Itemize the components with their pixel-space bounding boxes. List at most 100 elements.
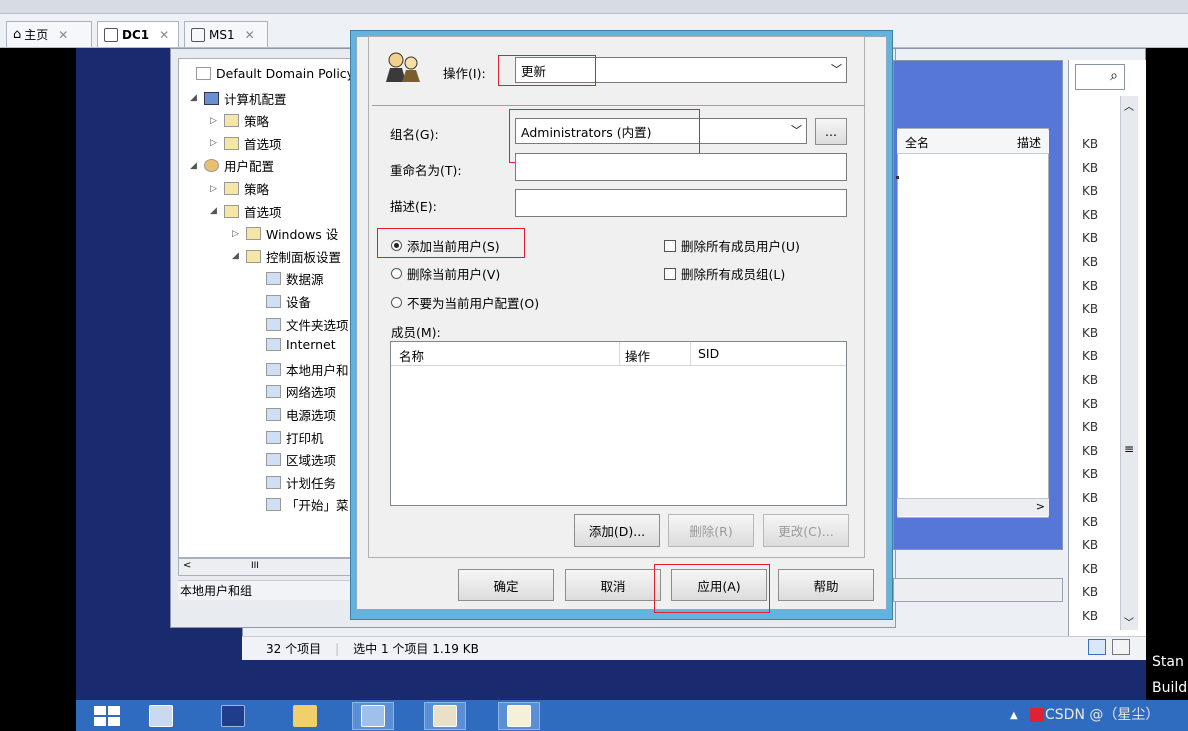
col-fullname[interactable]: 全名 xyxy=(905,134,929,151)
radio-do-not-configure[interactable]: 不要为当前用户配置(O) xyxy=(391,293,539,312)
tree-node-icon xyxy=(246,227,261,241)
expand-arrow-icon[interactable]: ◢ xyxy=(210,206,224,216)
tree-item[interactable]: 「开始」菜 xyxy=(252,495,349,514)
home-icon: ⌂ xyxy=(13,27,22,42)
tab-ms1[interactable]: MS1 ✕ xyxy=(184,21,268,47)
radio-icon xyxy=(391,297,402,308)
col-divider[interactable] xyxy=(690,342,691,365)
chevron-down-icon[interactable]: ﹀ xyxy=(791,122,802,138)
col-description[interactable]: 描述 xyxy=(1017,134,1041,151)
tree-item-label: 区域选项 xyxy=(286,453,337,469)
thumbnail-view-icon[interactable] xyxy=(1112,639,1130,655)
tree-item[interactable]: 打印机 xyxy=(252,428,324,447)
cancel-button[interactable]: 取消 xyxy=(565,569,661,601)
tree-item[interactable]: 设备 xyxy=(252,292,311,311)
scroll-down-icon[interactable]: ﹀ xyxy=(1124,614,1134,629)
checkbox-icon xyxy=(664,239,676,252)
close-icon[interactable]: ✕ xyxy=(159,28,169,42)
gpmc-taskbar-button[interactable] xyxy=(352,702,394,730)
tree-item[interactable]: ◢ 用户配置 xyxy=(190,156,274,175)
tree-item[interactable]: 电源选项 xyxy=(252,405,336,424)
selection-info: 选中 1 个项目 1.19 KB xyxy=(353,642,479,656)
scroll-up-icon[interactable]: ︿ xyxy=(1124,98,1134,113)
tree-item-label: 首选项 xyxy=(244,204,282,220)
tree-item[interactable]: ▷ Windows 设 xyxy=(232,224,338,243)
expand-arrow-icon[interactable]: ▷ xyxy=(210,138,224,148)
expand-arrow-icon[interactable]: ◢ xyxy=(190,93,204,103)
expand-arrow-icon[interactable]: ▷ xyxy=(232,229,246,239)
tree-status-text: 本地用户和组 xyxy=(178,580,354,600)
tree-item[interactable]: ▷ 首选项 xyxy=(210,134,282,153)
file-size-cell: KB xyxy=(1082,184,1099,199)
col-divider[interactable] xyxy=(619,342,620,365)
tree-item-label: 首选项 xyxy=(244,136,282,152)
vm-letterbox-left xyxy=(0,48,76,731)
start-button[interactable] xyxy=(86,702,128,730)
tray-expand-icon[interactable]: ▲ xyxy=(1010,710,1018,721)
description-field[interactable] xyxy=(515,189,847,217)
tree-item[interactable]: Default Domain Policy xyxy=(182,66,354,81)
chevron-down-icon[interactable]: ﹀ xyxy=(831,61,842,77)
tree-item-label: 数据源 xyxy=(286,272,324,288)
gpe-taskbar-button[interactable] xyxy=(424,702,466,730)
network-tray-icon[interactable] xyxy=(1030,708,1044,722)
tree-item[interactable]: ▷ 策略 xyxy=(210,179,269,198)
scroll-left-icon[interactable]: < xyxy=(183,560,191,571)
tree-item-label: 控制面板设置 xyxy=(266,249,342,265)
tree-node-icon xyxy=(266,272,281,286)
highlight-add-user xyxy=(377,228,525,258)
tree-item[interactable]: 网络选项 xyxy=(252,382,336,401)
change-member-button[interactable]: 更改(C)... xyxy=(763,514,849,547)
tree-item[interactable]: 数据源 xyxy=(252,269,324,288)
notepad-taskbar-button[interactable] xyxy=(498,702,540,730)
expand-arrow-icon[interactable]: ◢ xyxy=(232,251,246,261)
tree-item-label: 「开始」菜 xyxy=(286,498,349,514)
col-name[interactable]: 名称 xyxy=(399,346,424,365)
tree-node-icon xyxy=(266,498,281,512)
powershell-icon xyxy=(221,705,245,727)
add-member-button[interactable]: 添加(D)... xyxy=(574,514,660,547)
tree-horizontal-scrollbar[interactable]: < III xyxy=(178,558,354,576)
tree-item[interactable]: 本地用户和 xyxy=(252,360,349,379)
radio-remove-current-user[interactable]: 删除当前用户(V) xyxy=(391,264,500,283)
close-icon[interactable]: ✕ xyxy=(245,28,255,42)
tree-item[interactable]: 计划任务 xyxy=(252,473,336,492)
help-button[interactable]: 帮助 xyxy=(778,569,874,601)
tree-item[interactable]: Internet xyxy=(252,337,336,352)
scroll-thumb[interactable]: III xyxy=(251,561,259,571)
file-size-cell: KB xyxy=(1082,396,1099,411)
checkbox-delete-all-groups[interactable]: 删除所有成员组(L) xyxy=(664,264,785,283)
tree-item[interactable]: ◢ 控制面板设置 xyxy=(232,247,341,266)
tree-item[interactable]: ▷ 策略 xyxy=(210,111,269,130)
list-item-marker xyxy=(896,176,899,179)
checkbox-delete-all-users[interactable]: 删除所有成员用户(U) xyxy=(664,236,800,255)
radio-none-label: 不要为当前用户配置(O) xyxy=(407,296,540,311)
tree-item[interactable]: 文件夹选项 xyxy=(252,315,349,334)
col-action[interactable]: 操作 xyxy=(625,346,650,365)
powershell-taskbar-button[interactable] xyxy=(212,702,254,730)
tree-item[interactable]: ◢ 首选项 xyxy=(210,202,282,221)
browse-group-button[interactable]: ... xyxy=(815,118,847,145)
tree-item[interactable]: 区域选项 xyxy=(252,450,336,469)
expand-arrow-icon[interactable]: ▷ xyxy=(210,184,224,194)
expand-arrow-icon[interactable]: ▷ xyxy=(210,116,224,126)
expand-arrow-icon[interactable]: ◢ xyxy=(190,161,204,171)
server-manager-icon xyxy=(149,705,173,727)
rename-field[interactable] xyxy=(515,153,847,181)
remove-member-button[interactable]: 删除(R) xyxy=(668,514,754,547)
tab-dc1[interactable]: DC1 ✕ xyxy=(97,21,179,47)
tree-item-label: Internet xyxy=(286,337,336,353)
tree-item[interactable]: ◢ 计算机配置 xyxy=(190,89,287,108)
tab-home[interactable]: ⌂ 主页 ✕ xyxy=(6,21,92,47)
preferences-horizontal-scrollbar[interactable]: > xyxy=(897,498,1049,516)
scroll-right-icon[interactable]: > xyxy=(1036,500,1045,513)
vertical-scrollbar[interactable]: ︿ ≡ ﹀ xyxy=(1120,96,1138,630)
scroll-grip-icon[interactable]: ≡ xyxy=(1124,442,1134,456)
search-input[interactable]: ⌕ xyxy=(1075,64,1125,90)
explorer-taskbar-button[interactable] xyxy=(284,702,326,730)
ok-button[interactable]: 确定 xyxy=(458,569,554,601)
col-sid[interactable]: SID xyxy=(698,346,719,361)
details-view-icon[interactable] xyxy=(1088,639,1106,655)
server-manager-taskbar-button[interactable] xyxy=(140,702,182,730)
close-icon[interactable]: ✕ xyxy=(58,28,68,42)
